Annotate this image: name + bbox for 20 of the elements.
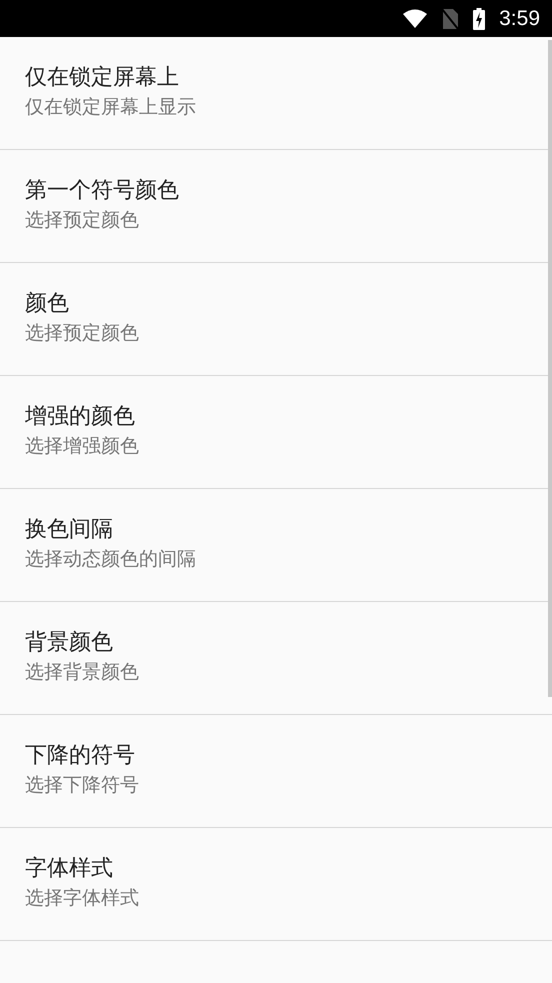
setting-summary: 选择动态颜色的间隔 [25, 547, 196, 572]
setting-summary: 仅在锁定屏幕上显示 [25, 95, 196, 120]
setting-title: 下降的符号 [25, 742, 135, 770]
setting-title: 背景颜色 [25, 629, 113, 657]
no-sim-icon [441, 8, 460, 30]
setting-summary: 选择预定颜色 [25, 321, 139, 346]
setting-title: 颜色 [25, 290, 69, 318]
setting-title: 字体样式 [25, 855, 113, 883]
setting-summary: 选择预定颜色 [25, 208, 139, 233]
setting-title: 换色间隔 [25, 516, 113, 544]
setting-summary: 选择增强颜色 [25, 434, 139, 459]
setting-title: 仅在锁定屏幕上 [25, 64, 179, 92]
wifi-icon [403, 8, 428, 28]
setting-summary: 选择字体样式 [25, 886, 139, 911]
status-time: 3:59 [499, 6, 540, 32]
setting-summary: 选择背景颜色 [25, 660, 139, 685]
battery-charging-icon [473, 8, 486, 30]
setting-summary: 选择下降符号 [25, 773, 139, 798]
setting-title: 增强的颜色 [25, 403, 135, 431]
setting-title: 第一个符号颜色 [25, 177, 179, 205]
